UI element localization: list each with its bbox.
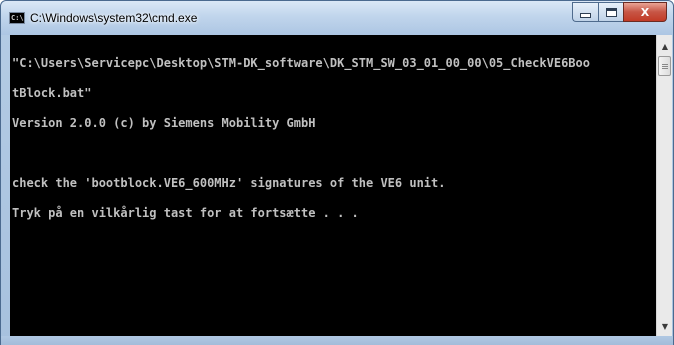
console-line: tBlock.bat": [12, 86, 92, 100]
console-app-icon[interactable]: C:\: [9, 12, 25, 24]
grip-line: [662, 64, 668, 65]
vertical-scrollbar[interactable]: ▲ ▼: [656, 35, 672, 336]
grip-line: [662, 66, 668, 67]
minimize-button[interactable]: [572, 2, 598, 22]
caption-buttons: X: [572, 2, 667, 22]
console-line: "C:\Users\Servicepc\Desktop\STM-DK_softw…: [12, 56, 590, 70]
maximize-icon: [605, 7, 617, 17]
console-output-area[interactable]: "C:\Users\Servicepc\Desktop\STM-DK_softw…: [10, 35, 656, 336]
window-title: C:\Windows\system32\cmd.exe: [30, 11, 198, 25]
console-line: Tryk på en vilkårlig tast for at fortsæt…: [12, 206, 359, 220]
scroll-up-arrow-icon[interactable]: ▲: [657, 38, 673, 54]
console-line: Version 2.0.0 (c) by Siemens Mobility Gm…: [12, 116, 316, 130]
window-bottom-border: [1, 336, 673, 345]
cmd-window: C:\ C:\Windows\system32\cmd.exe X "C:\Us…: [0, 0, 674, 345]
console-text: "C:\Users\Servicepc\Desktop\STM-DK_softw…: [12, 38, 590, 238]
console-icon-label: C:\: [11, 14, 24, 22]
grip-line: [662, 68, 668, 69]
scroll-down-arrow-icon[interactable]: ▼: [657, 318, 673, 334]
scroll-thumb[interactable]: [658, 56, 671, 76]
close-button[interactable]: X: [623, 2, 667, 22]
minimize-icon: [580, 12, 591, 18]
maximize-button[interactable]: [598, 2, 623, 22]
close-icon: X: [640, 5, 650, 19]
title-bar[interactable]: C:\ C:\Windows\system32\cmd.exe X: [1, 1, 673, 35]
console-line: check the 'bootblock.VE6_600MHz' signatu…: [12, 176, 446, 190]
